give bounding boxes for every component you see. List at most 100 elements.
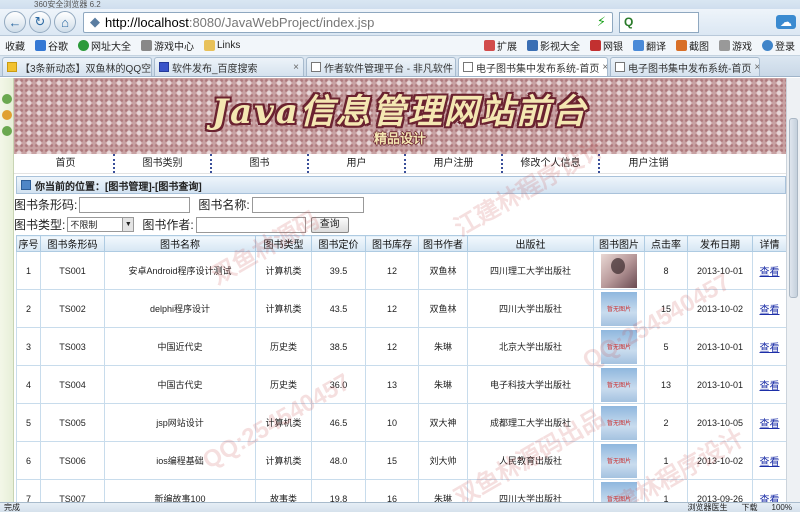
col-price: 图书定价 [311, 235, 366, 252]
book-cover-image[interactable]: 暂无图片 [601, 367, 637, 402]
bookmark-sites[interactable]: 网址大全 [73, 38, 136, 53]
author-input[interactable] [195, 216, 306, 233]
tab-baidu[interactable]: 软件发布_百度搜索 × [154, 57, 304, 76]
book-cover-image[interactable]: 暂无图片 [601, 329, 637, 364]
row-detail-cell: 查看 [752, 365, 786, 404]
table-header-row: 序号 图书条形码 图书名称 图书类型 图书定价 图书库存 图书作者 出版社 图书… [16, 235, 786, 252]
row-stock: 12 [365, 289, 419, 328]
bookmark-games[interactable]: 游戏中心 [136, 38, 199, 53]
row-detail-cell: 查看 [752, 251, 786, 290]
view-detail-link[interactable]: 查看 [760, 419, 780, 430]
row-no: 1 [16, 251, 41, 290]
cloud-icon[interactable]: ☁ [776, 15, 796, 29]
view-detail-link[interactable]: 查看 [760, 495, 780, 502]
search-row-2: 图书类型: 不限制 ▼ 图书作者: 查询 [14, 215, 786, 234]
zoom-level[interactable]: 100% [772, 503, 792, 512]
table-row: 3 TS003 中国近代史 历史类 38.5 12 朱琳 北京大学出版社 暂无图片 5 2013-1… [16, 327, 786, 366]
menu-register[interactable]: 用户注册 [406, 154, 503, 173]
tab-software[interactable]: 作者软件管理平台 - 非凡软件× [306, 57, 456, 76]
ext-games[interactable]: 游戏 [714, 38, 757, 53]
book-type-select[interactable]: 不限制 ▼ [67, 217, 135, 232]
translate-icon [633, 40, 644, 51]
book-cover-image[interactable]: 暂无图片 [601, 405, 637, 440]
ext-extensions[interactable]: 扩展 [479, 38, 522, 53]
sidebar-shortcut-icon[interactable] [1, 126, 12, 136]
close-icon[interactable]: × [290, 62, 299, 73]
scissors-icon [676, 40, 687, 51]
col-date: 发布日期 [687, 235, 753, 252]
sidebar-shortcut-icon[interactable] [1, 94, 12, 104]
view-detail-link[interactable]: 查看 [760, 381, 780, 392]
close-icon[interactable]: × [599, 62, 607, 73]
sidebar-shortcut-icon[interactable] [1, 110, 12, 120]
view-detail-link[interactable]: 查看 [760, 305, 780, 316]
row-barcode: TS004 [40, 365, 105, 404]
tab-duplicate[interactable]: 电子图书集中发布系统-首页 × [610, 57, 760, 76]
row-date: 2013-10-01 [687, 327, 753, 366]
menu-books[interactable]: 图书 [212, 154, 309, 173]
vertical-scrollbar[interactable] [786, 78, 800, 502]
ext-bank[interactable]: 网银 [585, 38, 628, 53]
col-image: 图书图片 [593, 235, 645, 252]
row-clicks: 15 [644, 289, 688, 328]
col-clicks: 点击率 [644, 235, 688, 252]
bookmark-favorites[interactable]: 收藏 [0, 38, 30, 53]
row-no: 4 [16, 365, 41, 404]
table-row: 7 TS007 新编故事100 故事类 19.8 16 朱琳 四川大学出版社 暂无图片 1 2013… [16, 479, 786, 502]
ext-video[interactable]: 影视大全 [522, 38, 585, 53]
menu-logout[interactable]: 用户注销 [600, 154, 697, 173]
tab-current[interactable]: 电子图书集中发布系统-首页 × [458, 57, 608, 76]
scrollbar-thumb[interactable] [789, 118, 798, 298]
browser-doctor-button[interactable]: 浏览器医生 [688, 503, 728, 512]
ext-login[interactable]: 登录 [757, 38, 800, 53]
row-date: 2013-10-05 [687, 403, 753, 442]
row-price: 36.0 [311, 365, 366, 404]
home-icon[interactable]: ⌂ [54, 11, 76, 33]
bookmark-links[interactable]: Links [199, 40, 245, 51]
view-detail-link[interactable]: 查看 [760, 343, 780, 354]
menu-book-category[interactable]: 图书类别 [115, 154, 212, 173]
row-clicks: 1 [644, 479, 688, 502]
view-detail-link[interactable]: 查看 [760, 457, 780, 468]
book-cover-image[interactable] [601, 253, 637, 288]
page-content: Java信息管理网站前台 精品设计 首页 图书类别 图书 用户 用户注册 修改个… [14, 78, 786, 502]
address-bar[interactable]: ◆ http://localhost:8080/JavaWebProject/i… [83, 11, 613, 33]
tab-strip: 【3条新动态】双鱼林的QQ空间× 软件发布_百度搜索× 作者软件管理平台 - 非… [0, 56, 800, 77]
row-no: 3 [16, 327, 41, 366]
close-icon[interactable]: × [751, 62, 759, 73]
book-name-input[interactable] [251, 196, 364, 213]
close-icon[interactable]: × [453, 62, 455, 73]
ext-translate[interactable]: 翻译 [628, 38, 671, 53]
book-cover-image[interactable]: 暂无图片 [601, 291, 637, 326]
col-name: 图书名称 [104, 235, 256, 252]
row-no: 7 [16, 479, 41, 502]
row-stock: 12 [365, 251, 419, 290]
bookmark-google[interactable]: 谷歌 [30, 38, 73, 53]
no-image-text: 暂无图片 [606, 345, 631, 351]
back-icon[interactable]: ← [4, 11, 26, 33]
download-button[interactable]: 下载 [742, 503, 758, 512]
tab-qzone[interactable]: 【3条新动态】双鱼林的QQ空间× [2, 57, 152, 76]
navigation-bar: ← ↻ ⌂ ◆ http://localhost:8080/JavaWebPro… [0, 9, 800, 36]
book-cover-image[interactable]: 暂无图片 [601, 443, 637, 478]
lightning-icon[interactable]: ⚡ [597, 14, 606, 30]
menu-home[interactable]: 首页 [18, 154, 115, 173]
row-price: 38.5 [311, 327, 366, 366]
row-detail-cell: 查看 [752, 403, 786, 442]
book-cover-image[interactable]: 暂无图片 [601, 481, 637, 502]
search-input[interactable]: Q [619, 11, 699, 33]
refresh-icon[interactable]: ↻ [29, 11, 51, 33]
row-publisher: 成都理工大学出版社 [467, 403, 594, 442]
menu-edit-profile[interactable]: 修改个人信息 [503, 154, 600, 173]
search-button[interactable]: 查询 [310, 216, 349, 233]
row-barcode: TS003 [40, 327, 105, 366]
row-clicks: 8 [644, 251, 688, 290]
menu-users[interactable]: 用户 [309, 154, 406, 173]
view-detail-link[interactable]: 查看 [760, 267, 780, 278]
row-price: 46.5 [311, 403, 366, 442]
row-clicks: 13 [644, 365, 688, 404]
no-image-text: 暂无图片 [606, 307, 631, 313]
row-detail-cell: 查看 [752, 441, 786, 480]
ext-screenshot[interactable]: 截图 [671, 38, 714, 53]
barcode-input[interactable] [79, 196, 191, 213]
